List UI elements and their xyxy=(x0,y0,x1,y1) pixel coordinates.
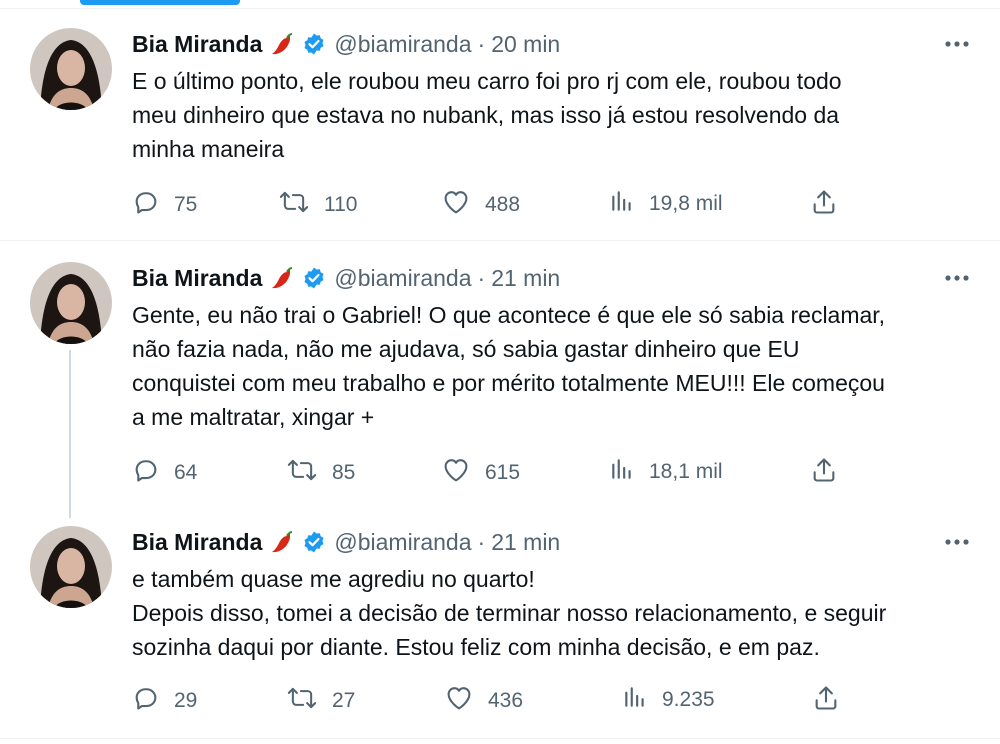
share-button[interactable] xyxy=(810,188,838,222)
author-handle[interactable]: @biamiranda xyxy=(334,265,471,292)
tweet-1[interactable]: Bia Miranda @biamiranda · 20 min E o últ… xyxy=(0,28,1000,238)
chili-pepper-icon xyxy=(270,529,296,555)
tweet-text: e também quase me agrediu no quarto! Dep… xyxy=(132,562,982,664)
separator-dot: · xyxy=(477,528,486,555)
verified-badge-icon[interactable] xyxy=(302,266,326,290)
reply-count: 64 xyxy=(174,461,198,484)
top-divider xyxy=(0,8,1000,9)
reply-button[interactable]: 75 xyxy=(132,188,197,222)
retweet-count: 110 xyxy=(324,193,358,216)
tweet-divider xyxy=(0,240,1000,241)
timestamp[interactable]: 21 min xyxy=(491,529,560,556)
selected-tab-indicator xyxy=(80,0,240,5)
tweet-header: Bia Miranda @biamiranda · 21 min xyxy=(132,262,560,294)
verified-badge-icon[interactable] xyxy=(302,530,326,554)
reply-count: 75 xyxy=(174,193,198,216)
share-icon xyxy=(810,188,838,222)
retweet-button[interactable]: 27 xyxy=(286,684,355,718)
retweet-button[interactable]: 110 xyxy=(278,188,357,222)
more-icon[interactable] xyxy=(942,32,972,56)
verified-badge-icon[interactable] xyxy=(302,32,326,56)
separator-dot: · xyxy=(477,264,486,291)
reply-icon xyxy=(132,456,160,490)
views-count: 19,8 mil xyxy=(649,192,723,215)
author-handle[interactable]: @biamiranda xyxy=(334,529,471,556)
views-icon xyxy=(609,456,635,488)
timestamp[interactable]: 21 min xyxy=(491,265,560,292)
views-icon xyxy=(622,684,648,716)
retweet-icon xyxy=(278,188,310,222)
author-name[interactable]: Bia Miranda xyxy=(132,31,262,58)
share-button[interactable] xyxy=(810,456,838,490)
reply-button[interactable]: 29 xyxy=(132,684,197,718)
like-button[interactable]: 615 xyxy=(441,456,520,490)
like-button[interactable]: 488 xyxy=(441,188,520,222)
tweet-header: Bia Miranda @biamiranda · 20 min xyxy=(132,28,560,60)
tweet-text-line: meu dinheiro que estava no nubank, mas i… xyxy=(132,102,840,128)
heart-icon xyxy=(444,684,474,718)
timestamp[interactable]: 20 min xyxy=(491,31,560,58)
retweet-count: 85 xyxy=(332,461,356,484)
share-icon xyxy=(812,684,840,718)
tweet-3[interactable]: Bia Miranda @biamiranda · 21 min e també… xyxy=(0,526,1000,736)
retweet-icon xyxy=(286,684,318,718)
like-count: 488 xyxy=(485,193,521,216)
views-button[interactable]: 19,8 mil xyxy=(609,188,723,220)
like-count: 615 xyxy=(485,461,521,484)
views-icon xyxy=(609,188,635,220)
retweet-count: 27 xyxy=(332,689,356,712)
tweet-text-line: e também quase me agrediu no quarto! xyxy=(132,566,535,592)
avatar[interactable] xyxy=(30,28,112,110)
separator-dot: · xyxy=(477,30,486,57)
retweet-button[interactable]: 85 xyxy=(286,456,355,490)
tweet-text-line: a me maltratar, xingar + xyxy=(132,404,375,430)
author-handle[interactable]: @biamiranda xyxy=(334,31,471,58)
reply-icon xyxy=(132,188,160,222)
more-icon[interactable] xyxy=(942,266,972,290)
tweet-header: Bia Miranda @biamiranda · 21 min xyxy=(132,526,560,558)
share-icon xyxy=(810,456,838,490)
tweet-text-line: Gente, eu não trai o Gabriel! O que acon… xyxy=(132,302,886,328)
views-count: 18,1 mil xyxy=(649,460,723,483)
author-name[interactable]: Bia Miranda xyxy=(132,265,262,292)
like-count: 436 xyxy=(488,689,524,712)
reply-count: 29 xyxy=(174,689,198,712)
heart-icon xyxy=(441,188,471,222)
views-button[interactable]: 18,1 mil xyxy=(609,456,723,488)
chili-pepper-icon xyxy=(270,265,296,291)
share-button[interactable] xyxy=(812,684,840,718)
views-button[interactable]: 9.235 xyxy=(622,684,715,716)
tweet-text-line: sozinha daqui por diante. Estou feliz co… xyxy=(132,634,820,660)
tweet-text-line: Depois disso, tomei a decisão de termina… xyxy=(132,600,887,626)
tweet-text-line: conquistei com meu trabalho e por mérito… xyxy=(132,370,885,396)
reply-button[interactable]: 64 xyxy=(132,456,197,490)
tweet-2[interactable]: Bia Miranda @biamiranda · 21 min Gente, … xyxy=(0,262,1000,502)
reply-icon xyxy=(132,684,160,718)
tweet-text: Gente, eu não trai o Gabriel! O que acon… xyxy=(132,298,982,434)
tweet-text: E o último ponto, ele roubou meu carro f… xyxy=(132,64,982,166)
views-count: 9.235 xyxy=(662,688,715,711)
tweet-text-line: E o último ponto, ele roubou meu carro f… xyxy=(132,68,842,94)
more-icon[interactable] xyxy=(942,530,972,554)
retweet-icon xyxy=(286,456,318,490)
chili-pepper-icon xyxy=(270,31,296,57)
like-button[interactable]: 436 xyxy=(444,684,523,718)
author-name[interactable]: Bia Miranda xyxy=(132,529,262,556)
tweet-text-line: não fazia nada, não me ajudava, só sabia… xyxy=(132,336,800,362)
tweet-text-line: minha maneira xyxy=(132,136,285,162)
tweet-divider xyxy=(0,738,1000,739)
avatar[interactable] xyxy=(30,262,112,344)
heart-icon xyxy=(441,456,471,490)
avatar[interactable] xyxy=(30,526,112,608)
